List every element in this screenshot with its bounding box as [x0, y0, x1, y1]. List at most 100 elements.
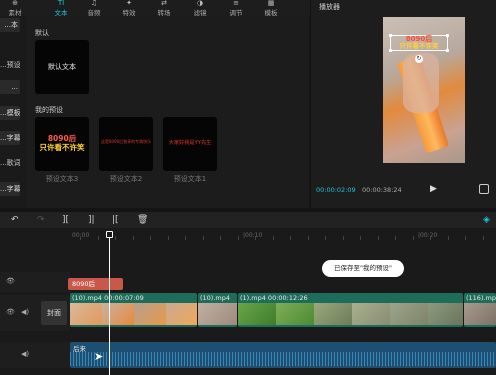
tab-templates[interactable]: ▦ 模板 — [256, 0, 286, 17]
ruler-tick — [167, 236, 169, 240]
total-time: 00:00:38:24 — [362, 186, 402, 194]
ruler-tick — [377, 236, 379, 240]
fullscreen-icon[interactable] — [479, 184, 489, 194]
preset-card-1[interactable]: 大家好我是YY先生 — [163, 117, 217, 171]
clip-label: (1).mp4 00:00:12:26 — [240, 294, 308, 302]
ruler-tick — [342, 236, 344, 240]
audio-waveform — [70, 352, 496, 366]
clip-label: (116).mp4 — [466, 294, 496, 302]
player-panel: 播放器 8090后 只许看不许笑 ↻ 00:00:02:09 00:00:38:… — [311, 0, 496, 208]
default-text-card-label: 默认文本 — [48, 63, 76, 71]
nav-item-presets[interactable]: ...预设 — [0, 58, 20, 72]
nav-item-unknown[interactable]: ... — [0, 80, 20, 94]
mute-icon[interactable]: ◀) — [21, 350, 29, 358]
tab-transitions[interactable]: ⇄ 转场 — [149, 0, 179, 17]
ruler-mark-20: |00:20 — [418, 232, 438, 239]
tab-audio[interactable]: ♫ 音频 — [79, 0, 109, 17]
preset-2-label: 预设文本2 — [109, 175, 143, 183]
text-clip[interactable]: 8090后 — [68, 278, 123, 290]
preset-3-line2: 只许看不许笑 — [39, 143, 85, 152]
toast-saved: 已保存至"我的预设" — [322, 260, 404, 277]
ruler-tick — [325, 236, 326, 240]
video-clip-2[interactable]: (10).mp4 — [198, 293, 237, 327]
text-track-header: 👁 — [0, 272, 70, 292]
video-clip-1[interactable]: (10).mp4 00:00:07:09 — [70, 293, 197, 327]
clip-thumbnail — [428, 303, 463, 325]
preset-card-3[interactable]: 8090后 只许看不许笑 — [35, 117, 89, 171]
ruler-tick — [290, 236, 291, 240]
preset-1-label: 预设文本1 — [173, 175, 207, 183]
delete-icon[interactable]: 🗑 — [137, 213, 148, 227]
eye-icon[interactable]: 👁 — [6, 277, 15, 285]
nav-item-auto-subtitles[interactable]: ...字幕 — [0, 131, 20, 145]
video-clip-4[interactable]: (116).mp4 — [464, 293, 496, 327]
tab-adjust[interactable]: ≡ 调节 — [221, 0, 251, 17]
mouse-cursor-icon: ➤ — [94, 350, 104, 363]
ruler-tick — [115, 236, 116, 240]
ruler-tick — [185, 236, 186, 240]
playhead-handle[interactable] — [106, 231, 113, 238]
default-section-title: 默认 — [35, 29, 49, 37]
tab-effects[interactable]: ✦ 特效 — [114, 0, 144, 17]
ruler-tick — [447, 236, 449, 240]
video-preview[interactable]: 8090后 只许看不许笑 ↻ — [383, 17, 465, 163]
rotate-icon[interactable]: ↻ — [415, 55, 423, 63]
default-text-card[interactable]: 默认文本 — [35, 40, 89, 94]
preset-section-title: 我的预设 — [35, 106, 63, 114]
nav-item-templates[interactable]: ...模板 — [0, 106, 20, 120]
video-clip-3[interactable]: (1).mp4 00:00:12:26 — [238, 293, 463, 327]
nav-item-new-text[interactable]: ...本 — [0, 18, 20, 32]
ruler-tick — [150, 236, 151, 240]
clip-thumbnail — [464, 303, 496, 325]
music-icon: ♫ — [90, 0, 98, 7]
ruler-tick — [132, 236, 134, 240]
clip-thumbnail — [276, 303, 314, 325]
preset-1-line1: 大家好我是YY先生 — [168, 140, 212, 146]
tab-text[interactable]: TI 文本 — [46, 0, 76, 17]
clip-thumbnail — [134, 303, 166, 325]
adjust-icon: ≡ — [233, 0, 239, 7]
audio-clip[interactable]: 后来 — [70, 342, 496, 368]
template-icon: ▦ — [267, 0, 275, 7]
snap-icon[interactable]: ◈ — [483, 213, 490, 227]
ruler-tick — [412, 236, 414, 240]
redo-icon[interactable]: ↷ — [37, 213, 45, 227]
clip-label: (10).mp4 00:00:07:09 — [72, 294, 144, 302]
clip-label: (10).mp4 — [200, 294, 231, 302]
clip-thumbnail — [352, 303, 390, 325]
ruler-tick — [272, 236, 274, 240]
ruler-tick — [395, 236, 396, 240]
playhead[interactable] — [109, 233, 110, 375]
ruler-tick — [360, 236, 361, 240]
player-title: 播放器 — [319, 3, 340, 11]
nav-item-subtitles[interactable]: ...字幕 — [0, 182, 20, 196]
overlay-text-line2: 只许看不许笑 — [399, 42, 439, 50]
ruler-tick — [465, 236, 466, 240]
split-icon[interactable]: ][ — [62, 213, 69, 227]
transition-icon: ⇄ — [161, 0, 167, 7]
tab-filters[interactable]: ◑ 滤镜 — [185, 0, 215, 17]
ruler-tick — [220, 236, 221, 240]
preset-card-2[interactable]: 这是8090后独享的专属快乐... — [99, 117, 153, 171]
play-icon[interactable]: ▶ — [430, 184, 437, 194]
trim-left-icon[interactable]: ]| — [88, 213, 95, 227]
mute-icon[interactable]: ◀) — [21, 308, 29, 316]
filter-icon: ◑ — [196, 0, 204, 7]
clip-thumbnail — [314, 303, 352, 325]
ruler-tick — [237, 236, 239, 240]
text-asset-panel: 默认 默认文本 我的预设 8090后 只许看不许笑 预设文本3 这是8090后独… — [27, 16, 309, 208]
cover-button[interactable]: 封面 — [41, 301, 67, 325]
text-icon: TI — [57, 0, 65, 7]
clip-thumbnail — [166, 303, 197, 325]
ruler-tick — [482, 236, 484, 240]
media-tab-bar: ⊕ 素材 TI 文本 ♫ 音频 ✦ 特效 ⇄ 转场 ◑ 滤镜 ≡ 调节 ▦ 模板 — [0, 0, 310, 17]
undo-icon[interactable]: ↶ — [11, 213, 19, 227]
clip-thumbnail — [390, 303, 428, 325]
tab-media[interactable]: ⊕ 素材 — [0, 0, 30, 17]
eye-icon[interactable]: 👁 — [6, 308, 15, 316]
nav-item-lyrics[interactable]: ...歌词 — [0, 156, 20, 170]
trim-right-icon[interactable]: |[ — [112, 213, 119, 227]
ruler-tick — [430, 236, 431, 240]
ruler-mark-10: |00:10 — [243, 232, 263, 239]
ruler-tick — [307, 236, 309, 240]
